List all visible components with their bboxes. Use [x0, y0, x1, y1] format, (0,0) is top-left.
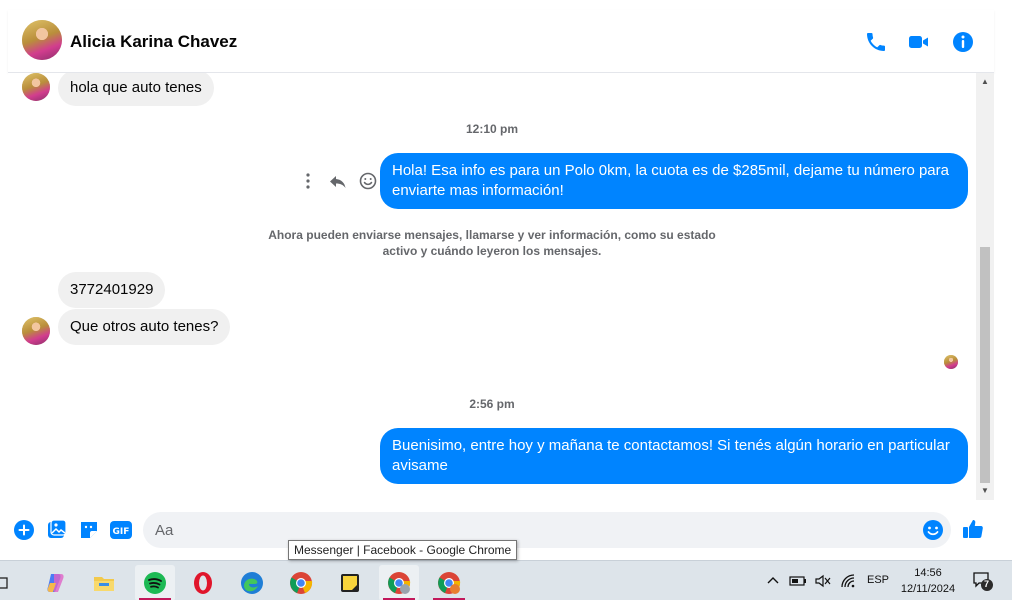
chrome-app[interactable] [281, 565, 321, 600]
read-receipt-avatar [944, 355, 958, 369]
battery-button[interactable] [789, 561, 807, 600]
contact-name[interactable]: Alicia Karina Chavez [70, 32, 237, 52]
system-notice: Ahora pueden enviarse mensajes, llamarse… [268, 228, 716, 258]
emoji-button[interactable] [922, 519, 944, 541]
notification-icon [973, 572, 993, 591]
conversation-info-button[interactable] [951, 30, 975, 54]
message-input[interactable] [143, 512, 951, 548]
message-actions [298, 171, 378, 191]
system-clock[interactable]: 14:56 12/11/2024 [890, 565, 966, 597]
volume-button[interactable] [814, 561, 832, 600]
chrome-profile-app-2[interactable] [429, 565, 469, 600]
scroll-down-arrow-icon[interactable]: ▼ [976, 484, 994, 498]
more-options-icon[interactable] [298, 171, 318, 191]
notifications-button[interactable]: 7 [972, 561, 994, 600]
chrome-profile-app[interactable] [379, 565, 419, 600]
outgoing-message[interactable]: Hola! Esa info es para un Polo 0km, la c… [380, 153, 968, 209]
message-input-box[interactable] [143, 512, 951, 548]
spotify-icon [144, 572, 166, 594]
chrome-icon [290, 572, 313, 594]
notification-count: 7 [984, 579, 990, 589]
more-actions-button[interactable] [13, 519, 35, 541]
phone-icon [867, 33, 885, 51]
chat-scrollbar[interactable]: ▲ ▼ [976, 73, 994, 500]
task-view-button[interactable] [0, 565, 14, 600]
contact-avatar-small[interactable] [22, 317, 50, 345]
battery-icon [789, 576, 806, 586]
plus-circle-icon [14, 520, 34, 540]
video-call-button[interactable] [907, 30, 931, 54]
opera-app[interactable] [183, 565, 223, 600]
emoji-smile-icon [923, 520, 943, 540]
copilot-app[interactable] [36, 565, 76, 600]
opera-icon [194, 572, 212, 594]
incoming-message[interactable]: Que otros auto tenes? [58, 309, 231, 345]
react-emoji-icon[interactable] [358, 171, 378, 191]
timestamp: 12:10 pm [465, 122, 519, 136]
chrome-profile-icon [388, 572, 411, 594]
edge-app[interactable] [232, 565, 272, 600]
clock-date: 12/11/2024 [900, 583, 956, 595]
wifi-icon [841, 574, 855, 588]
send-like-button[interactable] [961, 517, 985, 541]
chrome-profile-icon [438, 572, 461, 594]
messenger-window: Alicia Karina Chavez hola que auto tenes… [0, 0, 1012, 600]
sticker-icon [81, 522, 97, 538]
copilot-icon [47, 574, 64, 592]
show-hidden-icons-button[interactable] [765, 561, 781, 600]
gif-icon: GIF [110, 521, 132, 539]
windows-taskbar: ESP 14:56 12/11/2024 7 [0, 560, 1012, 600]
clock-time: 14:56 [914, 567, 942, 579]
reply-icon[interactable] [328, 171, 348, 191]
file-explorer-app[interactable] [84, 565, 124, 600]
thumbs-up-icon [963, 520, 983, 538]
conversation-header: Alicia Karina Chavez [8, 10, 994, 73]
scroll-up-arrow-icon[interactable]: ▲ [976, 75, 994, 89]
contact-avatar-small[interactable] [22, 73, 50, 101]
incoming-message[interactable]: hola que auto tenes [58, 73, 214, 106]
sticky-note-icon [341, 574, 359, 592]
scroll-thumb[interactable] [980, 247, 990, 483]
sticky-notes-app[interactable] [330, 565, 370, 600]
task-view-icon [0, 577, 8, 589]
folder-icon [94, 577, 114, 591]
chevron-up-icon [767, 577, 779, 584]
spotify-app[interactable] [135, 565, 175, 600]
speaker-muted-icon [815, 574, 831, 588]
svg-text:GIF: GIF [113, 527, 130, 537]
info-icon [953, 32, 973, 52]
edge-icon [241, 572, 263, 594]
video-camera-icon [909, 36, 928, 48]
timestamp: 2:56 pm [469, 397, 515, 411]
contact-avatar[interactable] [22, 20, 62, 60]
window-tooltip: Messenger | Facebook - Google Chrome [288, 540, 518, 560]
attach-photo-button[interactable] [46, 519, 68, 541]
message-list[interactable]: hola que auto tenes 12:10 pm Hola! Esa i… [8, 73, 976, 500]
gif-button[interactable]: GIF [109, 519, 133, 541]
input-language[interactable]: ESP [867, 574, 889, 586]
outgoing-message[interactable]: Buenisimo, entre hoy y mañana te contact… [380, 428, 968, 484]
image-icon [48, 519, 67, 538]
network-button[interactable] [840, 561, 856, 600]
voice-call-button[interactable] [864, 30, 888, 54]
sticker-button[interactable] [78, 519, 100, 541]
incoming-message[interactable]: 3772401929 [58, 272, 166, 308]
